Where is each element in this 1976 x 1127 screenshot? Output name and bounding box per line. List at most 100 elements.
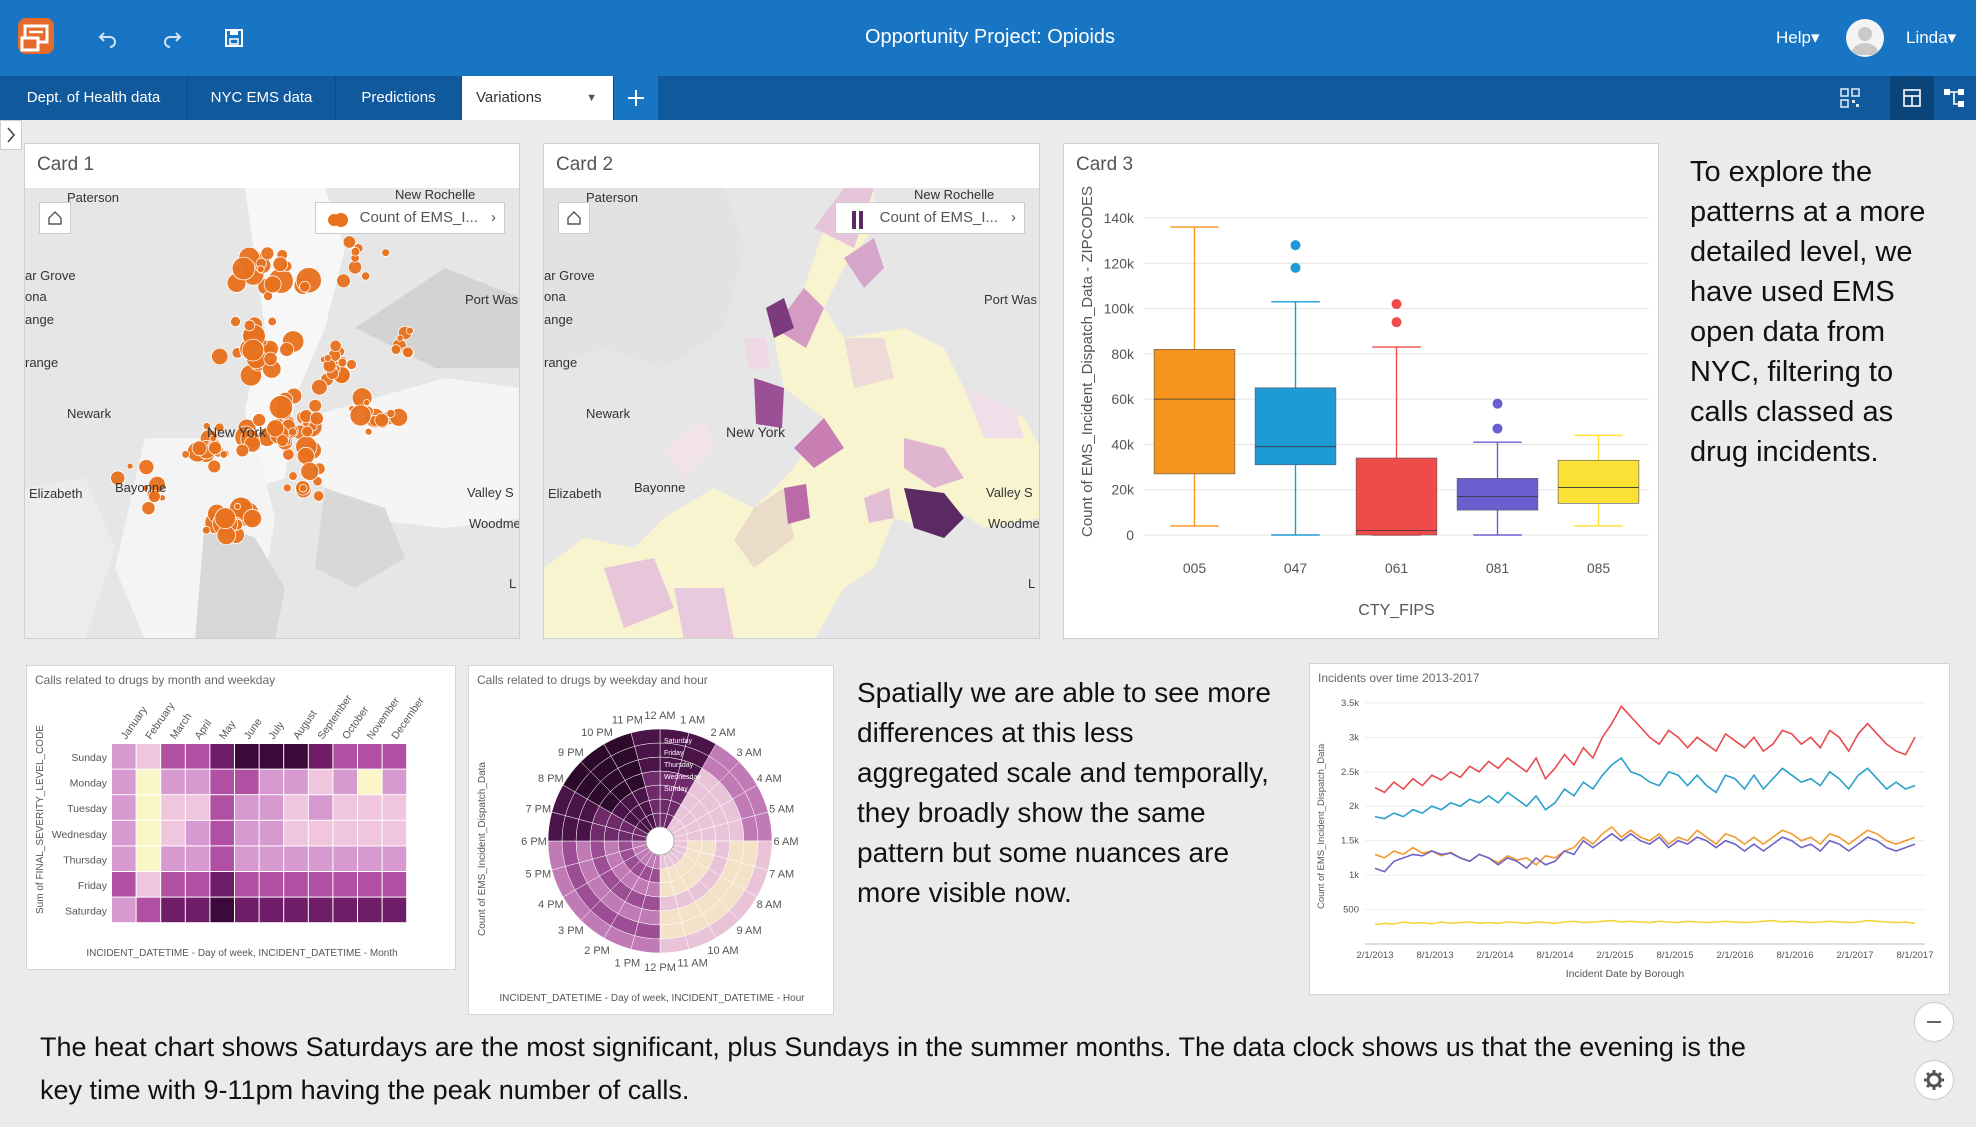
undo-button[interactable]	[96, 26, 120, 50]
card-1[interactable]: Card 1 Paterson New Rochelle ar Grove on…	[24, 143, 520, 639]
map-home-button[interactable]	[558, 202, 590, 234]
user-menu[interactable]: Linda▾	[1906, 28, 1956, 48]
map-label: L	[1028, 576, 1036, 591]
y-tick-label: 500	[1343, 905, 1359, 916]
heat-cell	[382, 795, 407, 820]
heat-cell	[161, 872, 185, 897]
map-label: ona	[544, 289, 566, 304]
symbol-dot	[390, 344, 402, 355]
map-label: New Rochelle	[395, 188, 476, 202]
data-clock[interactable]: Saturday Friday Thursday Wednesday Sunday 12 …	[469, 666, 835, 1016]
save-button[interactable]	[222, 26, 246, 50]
map-view[interactable]: Paterson New Rochelle ar Grove ona ange …	[544, 188, 1039, 638]
app-logo[interactable]	[16, 16, 56, 56]
hour-label: 6 PM	[521, 836, 547, 848]
line-chart[interactable]: 500 1k 1.5k 2k 2.5k 3k 3.5k 2/1/2013 8/1/2013 2/1…	[1310, 664, 1951, 996]
clock-cell	[575, 818, 593, 842]
y-tick-label: 3.5k	[1341, 698, 1359, 709]
tab-nyc-ems-data[interactable]: NYC EMS data	[188, 76, 336, 120]
symbol-dot	[381, 248, 390, 257]
home-icon	[567, 211, 581, 225]
network-icon	[1944, 89, 1964, 107]
symbol-dot	[396, 334, 404, 342]
map-label: New York	[726, 424, 786, 440]
symbol-dot	[272, 256, 289, 272]
tab-variations[interactable]: Variations ▼	[462, 76, 614, 120]
zoom-out-button[interactable]	[1914, 1002, 1954, 1042]
settings-button[interactable]	[1914, 1060, 1954, 1100]
map-view[interactable]: Paterson New Rochelle ar Grove ona ange …	[25, 188, 519, 638]
x-tick-label: 2/1/2016	[1717, 950, 1754, 961]
data-clock-card[interactable]: Calls related to drugs by weekday and ho…	[468, 665, 834, 1015]
x-tick-label: 005	[1183, 560, 1207, 576]
symbol-dot	[241, 338, 265, 362]
series-line-4	[1374, 919, 1916, 926]
heat-cell	[161, 795, 185, 820]
map-label: Port Was	[984, 292, 1037, 307]
hour-label: 3 PM	[558, 925, 584, 937]
symbol-dot	[405, 326, 414, 335]
y-tick-label: 2k	[1349, 801, 1359, 812]
ring-label: Thursday	[664, 762, 694, 769]
x-tick-label: 2/1/2014	[1477, 950, 1514, 961]
hour-label: 4 AM	[757, 773, 782, 785]
heatmap-card[interactable]: Calls related to drugs by month and week…	[26, 665, 456, 970]
box-081	[1456, 398, 1539, 536]
heat-cell	[161, 744, 185, 769]
card-2[interactable]: Card 2 Paterson New Rochelle ar Grove on…	[543, 143, 1040, 639]
symbol-dot	[287, 427, 298, 437]
y-tick-label: 60k	[1111, 391, 1135, 407]
heat-cell	[112, 897, 136, 923]
widgets-button[interactable]	[1836, 84, 1864, 112]
tab-predictions[interactable]: Predictions	[336, 76, 462, 120]
map-label: Valley S	[467, 485, 514, 500]
heat-cell	[284, 872, 308, 897]
redo-button[interactable]	[160, 26, 184, 50]
share-button[interactable]	[1940, 84, 1968, 112]
series-line-1	[1374, 756, 1916, 820]
map-legend-button[interactable]: Count of EMS_I... ›	[834, 202, 1025, 234]
help-menu[interactable]: Help▾	[1776, 28, 1820, 48]
legend-symbol-icon	[850, 210, 866, 229]
heat-cell	[308, 846, 333, 871]
map-label: Paterson	[586, 190, 639, 205]
heat-cell	[259, 769, 284, 795]
box-plot[interactable]: 0 20k 40k 60k 80k 100k 120k 140k 005 047 061 081 085…	[1064, 144, 1660, 640]
layout-button[interactable]	[1890, 76, 1934, 120]
map-home-button[interactable]	[39, 202, 71, 234]
chevron-down-icon[interactable]: ▼	[586, 76, 597, 120]
heat-cell	[284, 769, 308, 795]
heat-cell	[284, 897, 308, 923]
map-label: ona	[25, 289, 47, 304]
heat-cell	[333, 795, 357, 820]
expand-panel-button[interactable]	[0, 120, 22, 150]
heat-cell	[382, 769, 407, 795]
summary-text: The heat chart shows Saturdays are the m…	[40, 1032, 1746, 1105]
y-tick-label: 0	[1126, 527, 1134, 543]
explore-text: To explore the patterns at a more detail…	[1690, 156, 1926, 468]
legend-field-label: Count of EMS_I...	[359, 209, 478, 226]
hour-label: 5 PM	[525, 869, 551, 881]
map-legend-button[interactable]: Count of EMS_I... ›	[314, 202, 505, 234]
outlier-point	[1492, 423, 1503, 434]
symbol-dot	[242, 508, 263, 529]
add-page-button[interactable]	[614, 76, 658, 120]
heat-cell	[259, 795, 284, 820]
hour-label: 10 PM	[581, 727, 613, 739]
avatar[interactable]	[1846, 19, 1884, 57]
heat-cell	[210, 846, 234, 871]
ring-label: Sunday	[664, 786, 688, 793]
heat-cell	[161, 820, 185, 846]
heat-chart[interactable]: Sunday Monday Tuesday Wednesday Thursday Frid…	[27, 666, 457, 971]
heat-cell	[259, 846, 284, 871]
hour-label: 3 AM	[737, 747, 762, 759]
line-chart-card[interactable]: Incidents over time 2013-2017 500 1k 1.5k 2…	[1309, 663, 1950, 995]
clock-center	[645, 826, 675, 856]
x-tick-label: 2/1/2013	[1357, 950, 1394, 961]
symbol-dot	[230, 316, 241, 328]
card-3[interactable]: Card 3 0 20k 40k 60k 80k 100k 120k 140k 005 047 06…	[1063, 143, 1659, 639]
home-icon	[48, 211, 62, 225]
heat-cell	[210, 769, 234, 795]
tab-dept-of-health-data[interactable]: Dept. of Health data	[0, 76, 188, 120]
x-tick-label: 8/1/2014	[1537, 950, 1574, 961]
